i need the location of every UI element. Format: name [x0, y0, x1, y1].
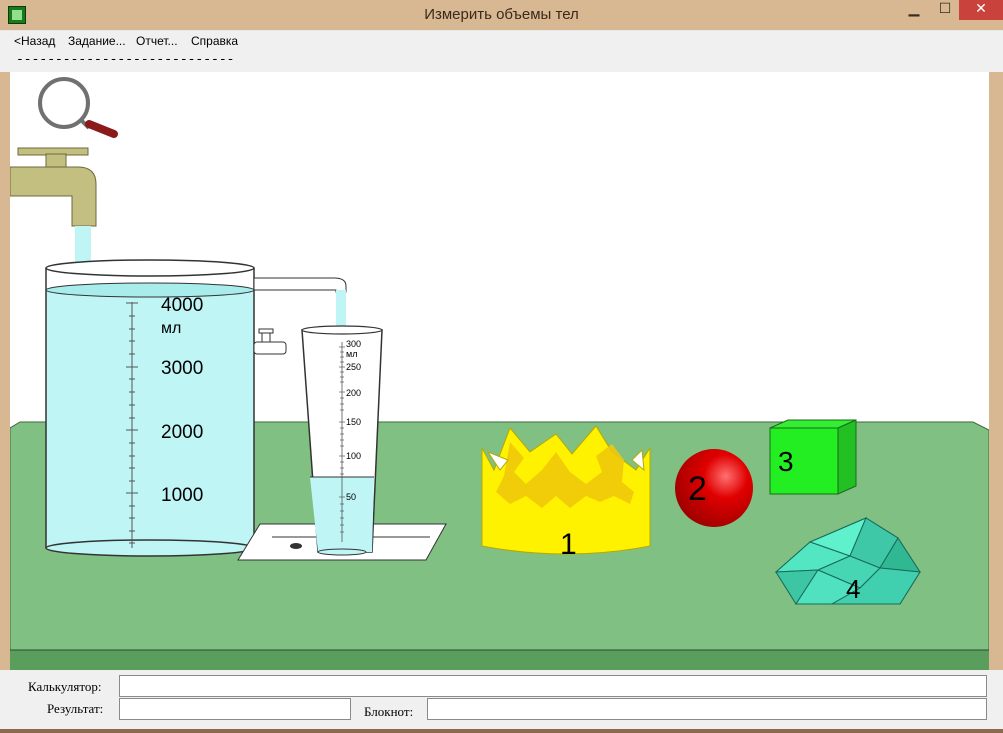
cylinder-tick-label: 100: [346, 451, 361, 461]
object-3-label: 3: [778, 446, 794, 477]
cylinder-tick-label: 250: [346, 362, 361, 372]
beaker-tap[interactable]: [253, 328, 287, 355]
app-window: Измерить объемы тел ▁ ☐ ✕ <Назад Задание…: [0, 0, 1003, 733]
menu-back[interactable]: <Назад: [14, 34, 55, 48]
taskbar-strip: [0, 729, 1003, 733]
window-title: Измерить объемы тел: [424, 6, 579, 23]
close-button[interactable]: ✕: [959, 0, 1003, 20]
sphere-object[interactable]: 2: [675, 449, 753, 527]
maximize-button[interactable]: ☐: [932, 0, 958, 20]
bottom-panel: Калькулятор: Результат: Блокнот:: [0, 670, 1003, 733]
result-field[interactable]: [119, 698, 351, 720]
menu-help[interactable]: Справка: [191, 34, 238, 48]
cylinder-tick-label: 200: [346, 388, 361, 398]
notepad-field[interactable]: [427, 698, 987, 720]
cube-object[interactable]: 3: [769, 419, 857, 495]
object-1-label: 1: [560, 528, 577, 561]
beaker-unit-label: мл: [161, 320, 181, 337]
title-bar: Измерить объемы тел ▁ ☐ ✕: [0, 0, 1003, 30]
cylinder-unit-label: мл: [346, 349, 357, 359]
calculator-label: Калькулятор:: [28, 679, 102, 694]
magnifier-icon[interactable]: [38, 77, 118, 138]
cylinder-tick-label: 50: [346, 492, 356, 502]
overflow-pipe: [253, 277, 347, 330]
beaker-tick-label: 3000: [161, 358, 203, 379]
beaker-tick-label: 1000: [161, 485, 203, 506]
status-dashes: ----------------------------: [16, 52, 235, 67]
table-edge: [10, 650, 989, 670]
beaker-tick-label: 2000: [161, 422, 203, 443]
notepad-label: Блокнот:: [364, 704, 414, 719]
beaker-tick-label: 4000: [161, 295, 203, 316]
cylinder-tick-label: 300: [346, 339, 361, 349]
object-4-label: 4: [846, 574, 860, 604]
object-2-label: 2: [688, 470, 707, 508]
cylinder-tick-label: 150: [346, 417, 361, 427]
lab-scene: 4000 мл 3000 2000 1000 300 мл 250 200 15…: [9, 77, 990, 670]
faucet[interactable]: [9, 147, 97, 227]
beaker[interactable]: 4000 мл 3000 2000 1000: [45, 259, 255, 557]
menu-report[interactable]: Отчет...: [136, 34, 178, 48]
menu-bar: <Назад Задание... Отчет... Справка: [0, 30, 1003, 51]
lab-canvas: 4000 мл 3000 2000 1000 300 мл 250 200 15…: [9, 72, 990, 670]
status-line: ----------------------------: [0, 50, 1003, 72]
result-label: Результат:: [47, 701, 104, 716]
calculator-field[interactable]: [119, 675, 987, 697]
minimize-button[interactable]: ▁: [897, 0, 931, 20]
menu-task[interactable]: Задание...: [68, 34, 126, 48]
